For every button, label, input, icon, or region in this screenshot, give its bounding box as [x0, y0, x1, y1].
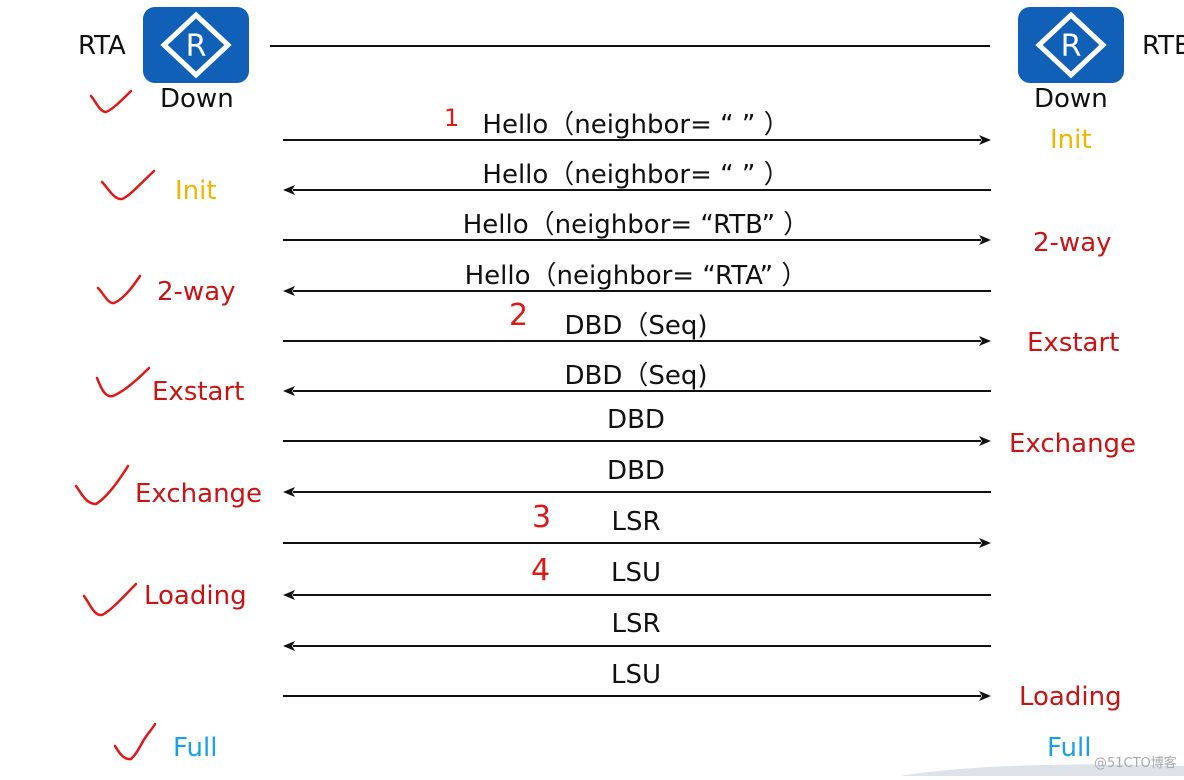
arrow-left: [283, 385, 991, 397]
check-mark-icon: [74, 464, 130, 506]
arrow-right: [283, 690, 991, 702]
step-number-1: 1: [444, 104, 460, 132]
right-state-loading: Loading: [1019, 682, 1122, 712]
right-state-exchange: Exchange: [1009, 429, 1137, 459]
right-state-down: Down: [1034, 84, 1108, 114]
arrow-right: [283, 335, 991, 347]
left-state-loading: Loading: [144, 581, 247, 611]
message-label: LSR: [611, 609, 661, 639]
check-mark-icon: [96, 274, 142, 306]
message-label: LSR: [611, 507, 661, 537]
left-state-exstart: Exstart: [152, 377, 245, 407]
arrow-right: [283, 435, 991, 447]
check-mark-icon: [95, 366, 151, 402]
message-label: LSU: [610, 558, 662, 588]
step-number-3: 3: [532, 500, 552, 535]
message-label: LSU: [610, 660, 662, 690]
router-label-rtb: RTB: [1142, 31, 1184, 61]
check-mark-icon: [88, 88, 134, 116]
right-state-exstart: Exstart: [1027, 328, 1120, 358]
arrow-left: [283, 589, 991, 601]
router-letter: R: [1061, 29, 1082, 64]
check-mark-icon: [100, 168, 156, 204]
left-state-down: Down: [160, 84, 234, 114]
message-label: DBD: [607, 456, 665, 486]
arrow-left: [283, 486, 991, 498]
left-state-exchange: Exchange: [135, 479, 263, 509]
left-state-init: Init: [175, 176, 217, 206]
router-icon-rta: R: [143, 7, 249, 83]
arrow-right: [283, 234, 991, 246]
watermark: @51CTO博客: [1094, 756, 1177, 771]
left-state-2way: 2-way: [157, 277, 236, 307]
message-label: DBD: [607, 405, 665, 435]
right-state-2way: 2-way: [1033, 228, 1112, 258]
router-link-line: [270, 45, 990, 47]
step-number-2: 2: [509, 298, 529, 333]
router-letter: R: [186, 29, 207, 64]
arrow-left: [283, 640, 991, 652]
step-number-4: 4: [531, 553, 551, 588]
arrow-right: [283, 134, 991, 146]
router-label-rta: RTA: [78, 31, 126, 61]
right-state-init: Init: [1050, 125, 1092, 155]
arrow-left: [283, 184, 991, 196]
arrow-left: [283, 285, 991, 297]
check-mark-icon: [113, 722, 159, 762]
check-mark-icon: [82, 582, 138, 618]
left-state-full: Full: [173, 733, 218, 763]
arrow-right: [283, 537, 991, 549]
router-icon-rtb: R: [1018, 7, 1124, 83]
